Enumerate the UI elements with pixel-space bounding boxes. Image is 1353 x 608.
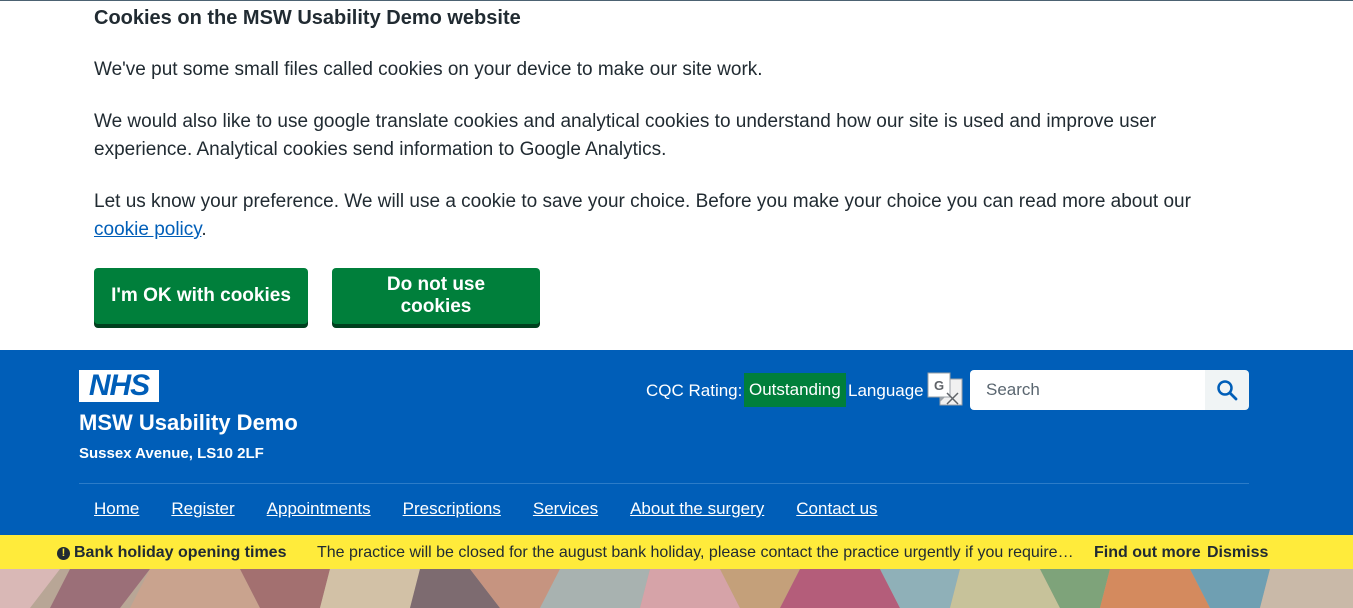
cookie-banner-title: Cookies on the MSW Usability Demo websit… — [94, 7, 521, 29]
cookie-banner-analytics-text: We would also like to use google transla… — [94, 111, 1157, 160]
cqc-rating-badge[interactable]: Outstanding — [744, 373, 846, 407]
search-icon — [1217, 380, 1238, 401]
nav-contact-us[interactable]: Contact us — [796, 499, 877, 519]
site-header: NHS MSW Usability Demo Sussex Avenue, LS… — [0, 350, 1353, 535]
cookie-banner-preference-text: Let us know your preference. We will use… — [94, 188, 1194, 244]
nav-register[interactable]: Register — [171, 499, 234, 519]
search-button[interactable] — [1205, 370, 1249, 410]
search-input[interactable] — [970, 370, 1205, 410]
cqc-rating-label: CQC Rating: — [646, 381, 743, 400]
hero-image — [0, 569, 1353, 608]
cookie-banner-intro: We've put some small files called cookie… — [94, 59, 763, 80]
notice-title-text: Bank holiday opening times — [74, 544, 287, 561]
nhs-logo-text: NHS — [88, 369, 150, 402]
cookie-preference-period: . — [201, 219, 207, 240]
language-label: Language — [848, 381, 924, 400]
cookie-banner: Cookies on the MSW Usability Demo websit… — [0, 0, 1353, 351]
notice-title: ! Bank holiday opening times — [57, 544, 286, 562]
site-address: Sussex Avenue, LS10 2LF — [79, 445, 264, 462]
nav-services[interactable]: Services — [533, 499, 598, 519]
nav-about-the-surgery[interactable]: About the surgery — [630, 499, 764, 519]
cookie-preference-text: Let us know your preference. We will use… — [94, 191, 1191, 212]
dismiss-button[interactable]: Dismiss — [1207, 544, 1268, 562]
header-divider — [79, 483, 1249, 484]
notice-text: The practice will be closed for the augu… — [317, 544, 1077, 561]
nhs-logo[interactable]: NHS — [79, 370, 159, 402]
nav-home[interactable]: Home — [94, 499, 139, 519]
svg-text:G: G — [934, 378, 944, 393]
site-name[interactable]: MSW Usability Demo — [79, 410, 298, 436]
accept-cookies-button[interactable]: I'm OK with cookies — [94, 268, 308, 324]
nav-appointments[interactable]: Appointments — [267, 499, 371, 519]
info-icon: ! — [57, 546, 70, 560]
notice-bar: ! Bank holiday opening times The practic… — [0, 535, 1353, 569]
reject-cookies-button[interactable]: Do not use cookies — [332, 268, 540, 324]
cookie-policy-link[interactable]: cookie policy — [94, 219, 201, 240]
google-translate-icon[interactable]: G — [927, 371, 963, 409]
main-nav: Home Register Appointments Prescriptions… — [94, 499, 910, 519]
nav-prescriptions[interactable]: Prescriptions — [403, 499, 501, 519]
find-out-more-link[interactable]: Find out more — [1094, 544, 1201, 562]
